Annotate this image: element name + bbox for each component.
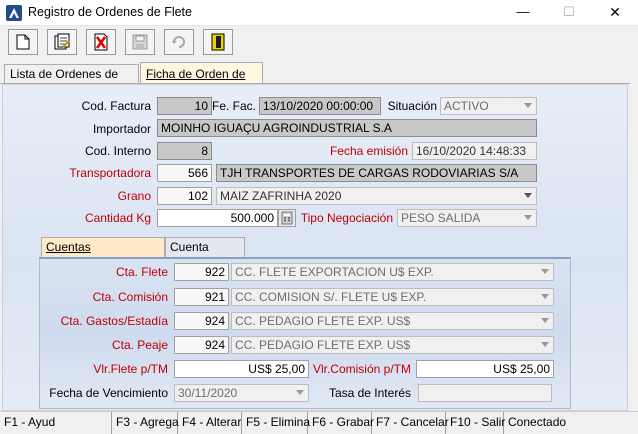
title-bar: Registro de Ordenes de Flete — ☐ ✕ — [0, 0, 638, 26]
fe-fac-label: Fe. Fac. — [212, 99, 257, 113]
cod-factura-field[interactable]: 10 — [157, 97, 212, 115]
importador-label: Importador — [92, 122, 151, 136]
cta-flete-value: CC. FLETE EXPORTACION U$ EXP. — [235, 265, 434, 279]
cta-comision-value: CC. COMISION S/. FLETE U$ EXP. — [235, 290, 427, 304]
exit-button[interactable] — [203, 29, 233, 55]
chevron-down-icon — [541, 318, 549, 323]
tipo-negociacion-label: Tipo Negociación — [300, 211, 393, 225]
situacion-select[interactable]: ACTIVO — [440, 97, 537, 115]
status-f4[interactable]: F4 - Alterar — [178, 412, 242, 434]
app-icon — [6, 5, 22, 21]
transportadora-code-field[interactable]: 566 — [157, 164, 212, 182]
save-button[interactable] — [125, 29, 155, 55]
tab-list[interactable]: Lista de Ordenes de Flete — [4, 64, 139, 99]
new-button[interactable] — [8, 29, 38, 55]
vlr-flete-label: Vlr.Flete p/TM — [93, 362, 168, 376]
status-f6[interactable]: F6 - Grabar — [308, 412, 374, 434]
subtab-gastos[interactable]: Cuenta Gastos — [165, 237, 245, 272]
cta-flete-code[interactable]: 922 — [174, 263, 229, 281]
cta-gastos-label: Cta. Gastos/Estadía — [60, 314, 168, 328]
status-connection: Conectado — [508, 415, 567, 429]
chevron-down-icon — [524, 215, 532, 220]
cta-peaje-value: CC. PEDAGIO FLETE EXP. US$ — [235, 338, 411, 352]
cta-flete-select[interactable]: CC. FLETE EXPORTACION U$ EXP. — [231, 263, 554, 281]
importador-field[interactable]: MOINHO IGUAÇU AGROINDUSTRIAL S.A — [157, 119, 537, 137]
cta-flete-label: Cta. Flete — [115, 265, 168, 279]
status-f1[interactable]: F1 - Ayud — [0, 412, 112, 434]
cta-comision-code[interactable]: 921 — [174, 288, 229, 306]
status-f10[interactable]: F10 - Salir — [446, 412, 505, 434]
tipo-negociacion-select[interactable]: PESO SALIDA — [397, 209, 537, 227]
refresh-button[interactable] — [164, 29, 194, 55]
cta-peaje-label: Cta. Peaje — [111, 338, 168, 352]
edit-button[interactable] — [47, 29, 77, 55]
vlr-flete-field[interactable]: US$ 25,00 — [174, 360, 309, 378]
cod-interno-field[interactable]: 8 — [157, 142, 212, 160]
calculator-button[interactable] — [278, 209, 296, 227]
main-tabs: Lista de Ordenes de Flete Ficha de Orden… — [0, 62, 638, 103]
cta-comision-label: Cta. Comisión — [92, 290, 168, 304]
chevron-down-icon — [541, 269, 549, 274]
vencimiento-label: Fecha de Vencimiento — [49, 386, 168, 400]
status-bar: F1 - Ayud F3 - Agrega F4 - Alterar F5 - … — [0, 411, 638, 434]
status-f7[interactable]: F7 - Cancelar — [372, 412, 449, 434]
cta-comision-select[interactable]: CC. COMISION S/. FLETE U$ EXP. — [231, 288, 554, 306]
new-document-icon — [16, 34, 30, 50]
cta-gastos-code[interactable]: 924 — [174, 312, 229, 330]
grano-code-field[interactable]: 102 — [157, 187, 212, 205]
vencimiento-value: 30/11/2020 — [178, 386, 238, 400]
tipo-negociacion-value: PESO SALIDA — [401, 211, 481, 225]
refresh-icon — [172, 36, 185, 48]
tasa-label: Tasa de Interés — [328, 386, 411, 400]
close-button[interactable]: ✕ — [592, 0, 638, 26]
cantidad-label: Cantidad Kg — [84, 211, 151, 225]
delete-button[interactable] — [86, 29, 116, 55]
cantidad-field[interactable]: 500.000 — [157, 209, 278, 227]
tab-form[interactable]: Ficha de Orden de Flete — [140, 62, 263, 103]
toolbar — [0, 26, 638, 62]
exit-icon — [211, 33, 225, 51]
chevron-down-icon — [524, 103, 532, 108]
cta-peaje-select[interactable]: CC. PEDAGIO FLETE EXP. US$ — [231, 336, 554, 354]
chevron-down-icon — [541, 294, 549, 299]
grano-select[interactable]: MAIZ ZAFRINHA 2020 — [216, 187, 537, 205]
cod-interno-label: Cod. Interno — [84, 144, 151, 158]
cod-factura-label: Cod. Factura — [81, 99, 151, 113]
transportadora-label: Transportadora — [69, 166, 151, 180]
situacion-label: Situación — [387, 99, 437, 113]
grano-label: Grano — [117, 189, 151, 203]
fecha-emision-label: Fecha emisión — [329, 144, 408, 158]
chevron-down-icon — [524, 193, 532, 198]
edit-document-icon — [54, 33, 70, 50]
chevron-down-icon — [296, 390, 304, 395]
delete-icon — [94, 33, 108, 51]
grano-value: MAIZ ZAFRINHA 2020 — [220, 189, 342, 203]
cta-peaje-code[interactable]: 924 — [174, 336, 229, 354]
minimize-button[interactable]: — — [500, 0, 546, 26]
vencimiento-select[interactable]: 30/11/2020 — [174, 384, 309, 402]
window-title: Registro de Ordenes de Flete — [28, 5, 192, 19]
maximize-button[interactable]: ☐ — [546, 0, 592, 26]
transportadora-name-field[interactable]: TJH TRANSPORTES DE CARGAS RODOVIARIAS S/… — [216, 164, 537, 182]
vlr-comision-field[interactable]: US$ 25,00 — [416, 360, 554, 378]
cta-gastos-select[interactable]: CC. PEDAGIO FLETE EXP. US$ — [231, 312, 554, 330]
subtab-cuentas[interactable]: Cuentas Transportadora — [41, 237, 165, 272]
cta-gastos-value: CC. PEDAGIO FLETE EXP. US$ — [235, 314, 411, 328]
situacion-value: ACTIVO — [444, 99, 489, 113]
status-f5[interactable]: F5 - Elimina — [242, 412, 310, 434]
calculator-icon — [281, 211, 293, 225]
tasa-field[interactable] — [418, 384, 552, 402]
fecha-emision-field[interactable]: 16/10/2020 14:48:33 — [412, 142, 537, 160]
save-icon — [132, 34, 148, 50]
status-f3[interactable]: F3 - Agrega — [112, 412, 179, 434]
fe-fac-field[interactable]: 13/10/2020 00:00:00 — [259, 97, 381, 115]
vlr-comision-label: Vlr.Comisión p/TM — [312, 362, 411, 376]
chevron-down-icon — [541, 342, 549, 347]
